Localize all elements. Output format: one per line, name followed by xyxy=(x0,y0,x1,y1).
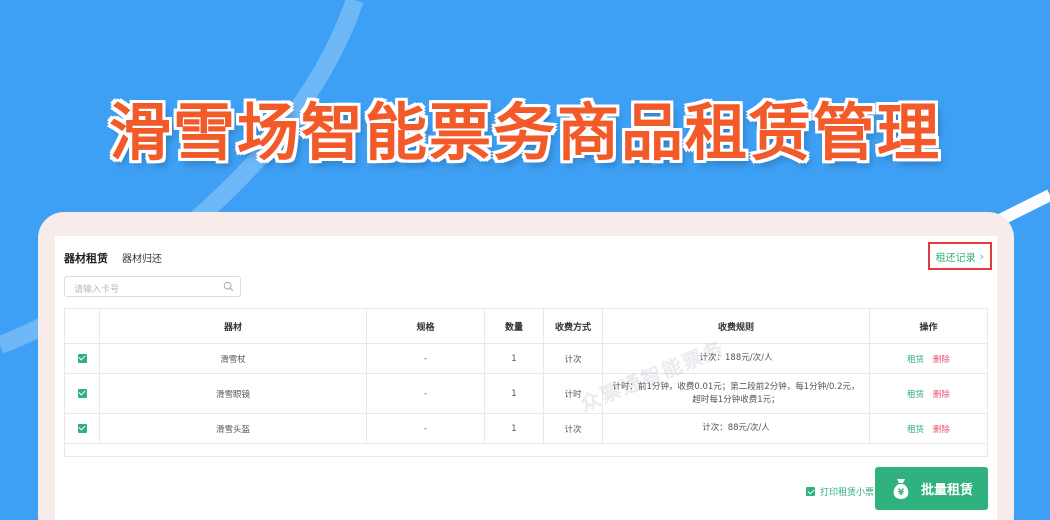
delete-button[interactable]: 删除 xyxy=(933,390,950,400)
print-receipt-label: 打印租赁小票 xyxy=(820,488,875,498)
table-row: 滑雪眼镜 - 1 计时 计时：前1分钟，收费0.01元；第二段前2分钟，每1分钟… xyxy=(64,373,988,414)
cell-equipment: 滑雪杖 xyxy=(99,343,367,374)
cell-charge-rule: 计次：188元/次/人 xyxy=(602,343,870,374)
cell-charge-method: 计次 xyxy=(543,413,603,444)
cell-actions: 租赁 删除 xyxy=(869,343,988,374)
search-icon[interactable] xyxy=(223,281,234,292)
header-equipment: 器材 xyxy=(99,308,367,344)
cell-equipment: 滑雪头盔 xyxy=(99,413,367,444)
equipment-table: 器材 规格 数量 收费方式 收费规则 操作 滑雪杖 - 1 计次 计次：188元… xyxy=(64,308,988,457)
header-select xyxy=(64,308,100,344)
cell-equipment: 滑雪眼镜 xyxy=(99,373,367,414)
row-checkbox[interactable] xyxy=(77,353,87,363)
cell-spec: - xyxy=(366,343,485,374)
cell-quantity: 1 xyxy=(484,413,544,444)
cell-actions: 租赁 删除 xyxy=(869,373,988,414)
rent-button[interactable]: 租赁 xyxy=(907,390,924,400)
cell-quantity: 1 xyxy=(484,373,544,414)
tab-bar: 器材租赁 器材归还 xyxy=(64,250,162,266)
rent-button[interactable]: 租赁 xyxy=(907,355,924,365)
cell-charge-rule: 计时：前1分钟，收费0.01元；第二段前2分钟，每1分钟/0.2元，超时每1分钟… xyxy=(602,373,870,414)
rent-button[interactable]: 租赁 xyxy=(907,425,924,435)
card-search[interactable] xyxy=(64,276,241,300)
chevron-right-icon: › xyxy=(979,249,984,263)
cell-actions: 租赁 删除 xyxy=(869,413,988,444)
cell-spec: - xyxy=(366,413,485,444)
table-header-row: 器材 规格 数量 收费方式 收费规则 操作 xyxy=(64,308,988,344)
print-receipt-option[interactable]: 打印租赁小票 xyxy=(806,485,874,498)
header-charge-method: 收费方式 xyxy=(543,308,603,344)
table-empty-row xyxy=(64,443,988,457)
rental-records-link[interactable]: 租还记录 › xyxy=(927,242,992,270)
cell-quantity: 1 xyxy=(484,343,544,374)
header-quantity: 数量 xyxy=(484,308,544,344)
print-receipt-checkbox[interactable] xyxy=(806,487,815,496)
banner-title: 滑雪场智能票务商品租赁管理 xyxy=(108,96,941,169)
table-row: 滑雪头盔 - 1 计次 计次：88元/次/人 租赁 删除 xyxy=(64,413,988,444)
table-row: 滑雪杖 - 1 计次 计次：188元/次/人 租赁 删除 xyxy=(64,343,988,374)
batch-rent-button[interactable]: ¥ 批量租赁 xyxy=(875,467,988,510)
batch-rent-label: 批量租赁 xyxy=(920,483,973,498)
cell-charge-method: 计时 xyxy=(543,373,603,414)
delete-button[interactable]: 删除 xyxy=(933,355,950,365)
header-actions: 操作 xyxy=(869,308,988,344)
delete-button[interactable]: 删除 xyxy=(933,425,950,435)
tab-equipment-rental[interactable]: 器材租赁 xyxy=(64,250,108,266)
tab-equipment-return[interactable]: 器材归还 xyxy=(122,250,162,265)
header-spec: 规格 xyxy=(366,308,485,344)
cell-charge-method: 计次 xyxy=(543,343,603,374)
row-checkbox[interactable] xyxy=(77,423,87,433)
cell-spec: - xyxy=(366,373,485,414)
money-bag-icon: ¥ xyxy=(893,478,909,499)
header-charge-rule: 收费规则 xyxy=(602,308,870,344)
card-number-input[interactable] xyxy=(65,280,215,300)
svg-text:¥: ¥ xyxy=(898,488,905,498)
rental-records-label: 租还记录 xyxy=(935,252,976,264)
rental-panel: 器材租赁 器材归还 租还记录 › 器材 规格 数量 收费方式 xyxy=(55,236,997,520)
cell-charge-rule: 计次：88元/次/人 xyxy=(602,413,870,444)
row-checkbox[interactable] xyxy=(77,388,87,398)
